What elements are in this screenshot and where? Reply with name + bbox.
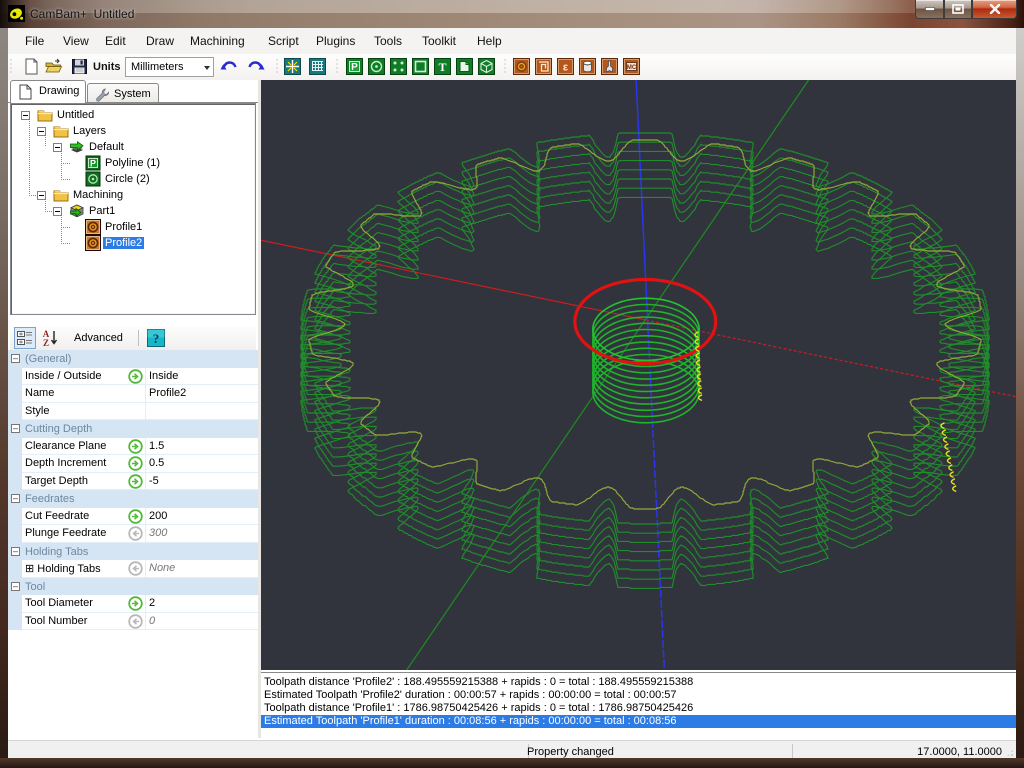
- svg-text:P: P: [351, 62, 358, 73]
- svg-text:?: ?: [153, 331, 160, 346]
- svg-text:ε: ε: [563, 62, 569, 74]
- svg-text:Z: Z: [43, 338, 49, 348]
- svg-text:P: P: [90, 159, 96, 169]
- svg-text:T: T: [438, 60, 446, 74]
- svg-text:MC: MC: [627, 65, 637, 71]
